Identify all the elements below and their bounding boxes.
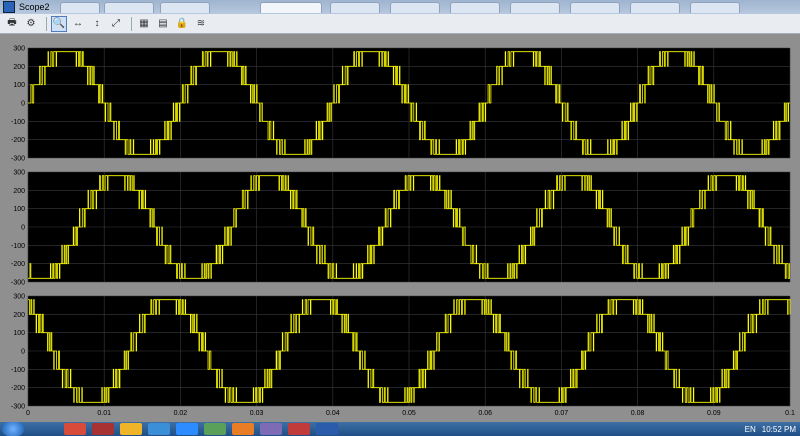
x-tick-label: 0 [26,410,30,417]
x-tick-label: 0.02 [174,410,188,417]
scope-toolbar: 🖶 ⚙ 🔍 ↔ ↕ ⤢ ▦ ▤ 🔒 ≋ [0,14,800,34]
lock-icon[interactable]: 🔒 [174,16,190,32]
opera-icon[interactable] [92,423,114,435]
x-tick-label: 0.03 [250,410,264,417]
autoscale-icon[interactable]: ⤢ [108,16,124,32]
y-tick-label: -300 [11,404,25,411]
y-tick-label: 100 [13,330,25,337]
windows-taskbar [0,422,800,436]
matlab-icon [3,1,15,13]
x-tick-label: 0.1 [785,410,795,417]
toolbar-separator [131,16,132,31]
toolbar-separator [46,16,47,31]
x-tick-label: 0.09 [707,410,721,417]
matlab-task-icon[interactable] [232,423,254,435]
y-tick-label: -200 [11,137,25,144]
y-tick-label: 100 [13,82,25,89]
start-button[interactable] [2,422,24,436]
chrome-icon[interactable] [64,423,86,435]
y-tick-label: 300 [13,294,25,301]
y-tick-label: -100 [11,119,25,126]
x-tick-label: 0.06 [478,410,492,417]
y-tick-label: -200 [11,385,25,392]
y-tick-label: -100 [11,367,25,374]
x-tick-label: 0.05 [402,410,416,417]
clock[interactable]: 10:52 PM [762,425,796,434]
y-tick-label: 300 [13,170,25,177]
y-tick-label: 300 [13,46,25,53]
y-tick-label: 100 [13,206,25,213]
zoom-y-icon[interactable]: ↕ [89,16,105,32]
telegram-icon[interactable] [176,423,198,435]
ie-icon[interactable] [148,423,170,435]
zoom-icon[interactable]: 🔍 [51,15,67,32]
y-tick-label: 0 [21,349,25,356]
x-tick-label: 0.08 [631,410,645,417]
x-tick-label: 0.07 [555,410,569,417]
y-tick-label: -300 [11,156,25,163]
network-icon[interactable] [204,423,226,435]
scope-axes-2[interactable]: 300 200 100 0 -100 -200 -300 [11,170,791,287]
save-axes-icon[interactable]: ▦ [136,16,152,32]
y-tick-label: 200 [13,64,25,71]
y-tick-label: 200 [13,312,25,319]
print-icon[interactable]: 🖶 [4,16,20,32]
scope-panel: 300 200 100 0 -100 -200 -300 300 200 100 0 -100 -200… [0,34,800,422]
system-tray: EN 10:52 PM [745,422,796,436]
scope-axes-3[interactable]: 300 200 100 0 -100 -200 -300 [11,294,791,411]
x-tick-label: 0.01 [97,410,111,417]
restore-axes-icon[interactable]: ▤ [155,16,171,32]
app-icon[interactable] [260,423,282,435]
y-tick-label: 0 [21,225,25,232]
y-tick-label: 0 [21,101,25,108]
parameters-icon[interactable]: ⚙ [23,16,39,32]
firefox-icon[interactable] [120,423,142,435]
word-icon[interactable] [316,423,338,435]
y-tick-label: -100 [11,243,25,250]
y-tick-label: -200 [11,261,25,268]
title-bar: Scope2 [0,0,800,14]
flag-icon[interactable] [288,423,310,435]
window-title: Scope2 [19,2,50,12]
signal-selection-icon[interactable]: ≋ [193,16,209,32]
scope-axes-1[interactable]: 300 200 100 0 -100 -200 -300 [11,46,791,163]
x-tick-label: 0.04 [326,410,340,417]
y-tick-label: -300 [11,280,25,287]
zoom-x-icon[interactable]: ↔ [70,16,86,32]
y-tick-label: 200 [13,188,25,195]
lang-indicator[interactable]: EN [745,425,756,434]
scope-plots[interactable]: 300 200 100 0 -100 -200 -300 300 200 100 0 -100 -200… [0,34,800,422]
